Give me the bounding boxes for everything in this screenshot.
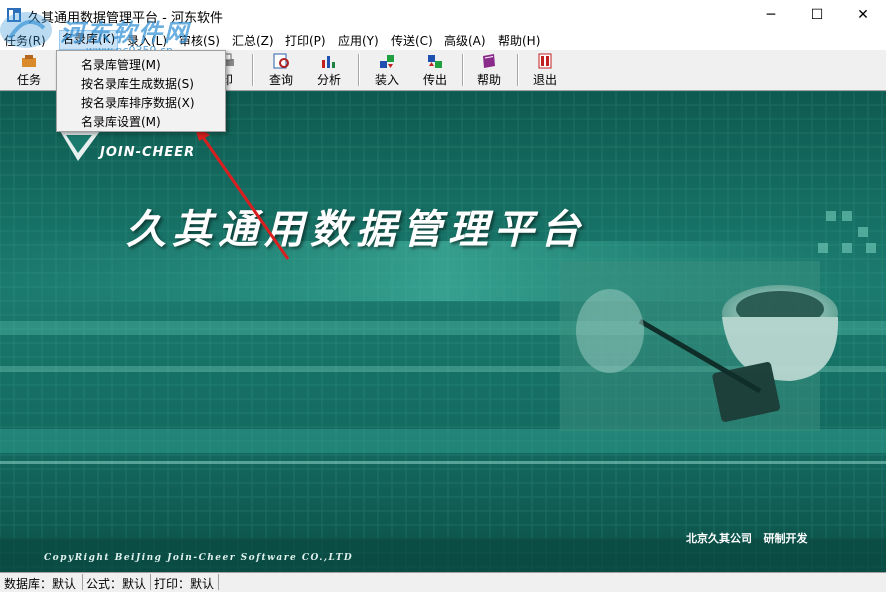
load-icon: [380, 55, 394, 68]
toolbar-help-button[interactable]: 帮助: [474, 52, 504, 88]
maximize-button[interactable]: ☐: [794, 0, 840, 30]
toolbar-label: 装入: [374, 73, 399, 87]
help-book-icon: [483, 54, 495, 68]
menu-transfer[interactable]: 传送(C): [391, 32, 433, 49]
analysis-icon: [322, 56, 335, 68]
status-formula: 公式：默认: [86, 577, 147, 591]
menu-print[interactable]: 打印(P): [285, 32, 326, 49]
menu-item-sort-data[interactable]: 按名录库排序数据(X): [81, 94, 195, 111]
toolbar-separator: [462, 54, 464, 86]
status-divider: [150, 574, 151, 590]
menu-summary[interactable]: 汇总(Z): [232, 32, 274, 49]
directory-dropdown-menu: 名录库管理(M) 按名录库生成数据(S) 按名录库排序数据(X) 名录库设置(M…: [56, 50, 226, 132]
toolbar-exit-button[interactable]: 退出: [530, 52, 560, 88]
menu-item-directory-settings[interactable]: 名录库设置(M): [81, 113, 161, 130]
status-bar: 数据库：默认 公式：默认 打印：默认: [0, 572, 886, 592]
toolbar-task-button[interactable]: 任务: [14, 52, 44, 88]
minimize-button[interactable]: ─: [748, 0, 794, 30]
toolbar-label: 退出: [532, 73, 557, 87]
toolbar-label: 传出: [422, 73, 447, 87]
watermark-logo: [0, 12, 52, 48]
toolbar-label: 查询: [268, 73, 293, 87]
toolbar-load-button[interactable]: 装入: [372, 52, 402, 88]
status-print: 打印：默认: [154, 577, 215, 591]
toolbar-separator: [358, 54, 360, 86]
toolbar-separator: [252, 54, 254, 86]
status-database: 数据库：默认: [4, 577, 77, 591]
annotation-arrow: [194, 125, 290, 260]
status-divider: [82, 574, 83, 590]
menu-item-generate-data[interactable]: 按名录库生成数据(S): [81, 75, 194, 92]
menu-apply[interactable]: 应用(Y): [338, 32, 379, 49]
toolbar-query-button[interactable]: 查询: [266, 52, 296, 88]
toolbar-analysis-button[interactable]: 分析: [314, 52, 344, 88]
toolbar-label: 任务: [16, 73, 41, 87]
toolbar-label: 分析: [316, 73, 341, 87]
watermark-name: 河东软件网: [60, 19, 190, 47]
menu-help[interactable]: 帮助(H): [498, 32, 540, 49]
query-icon: [273, 53, 289, 69]
splash-screen: JOIN-CHEER 久其通用数据管理平台 北京久其公司 研制开发 CopyRi…: [0, 91, 886, 572]
menu-advanced[interactable]: 高级(A): [444, 32, 486, 49]
task-icon: [22, 55, 36, 67]
toolbar-separator: [517, 54, 519, 86]
exit-icon: [538, 53, 552, 69]
toolbar-export-button[interactable]: 传出: [420, 52, 450, 88]
menu-item-directory-manage[interactable]: 名录库管理(M): [81, 56, 161, 73]
close-button[interactable]: ✕: [840, 0, 886, 30]
export-icon: [428, 55, 442, 68]
status-divider: [218, 574, 219, 590]
toolbar-label: 帮助: [476, 73, 501, 87]
